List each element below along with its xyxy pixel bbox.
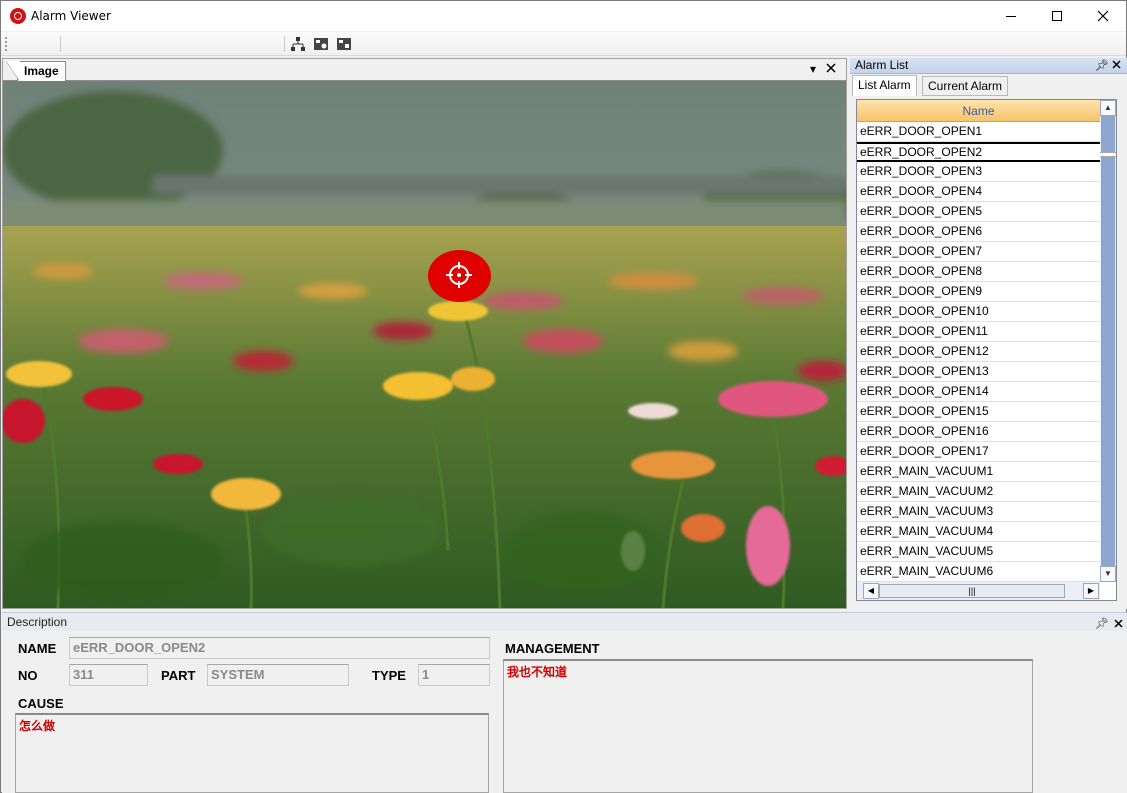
alarm-list-item[interactable]: eERR_DOOR_OPEN2 xyxy=(857,142,1100,162)
toolbar-grip[interactable] xyxy=(5,37,7,51)
scroll-position-marker xyxy=(1100,152,1116,157)
maximize-button[interactable] xyxy=(1034,1,1080,31)
part-field[interactable]: SYSTEM xyxy=(207,664,349,686)
scroll-left-icon[interactable]: ◀ xyxy=(863,583,879,599)
alarm-list-item[interactable]: eERR_DOOR_OPEN14 xyxy=(857,382,1100,402)
cause-label: CAUSE xyxy=(18,696,64,711)
cause-textarea[interactable]: 怎么做 xyxy=(15,713,489,793)
vertical-scrollbar[interactable]: ▲ ▼ xyxy=(1100,100,1116,582)
alarm-list-item[interactable]: eERR_DOOR_OPEN8 xyxy=(857,262,1100,282)
toolbar-separator xyxy=(60,36,61,52)
no-field[interactable]: 311 xyxy=(69,664,148,686)
tab-dropdown-icon[interactable]: ▾ xyxy=(810,62,816,76)
alarm-list-item[interactable]: eERR_DOOR_OPEN9 xyxy=(857,282,1100,302)
device-config-icon[interactable] xyxy=(336,36,352,52)
alarm-list-box: Name eERR_DOOR_OPEN1 eERR_DOOR_OPEN2 eERR_… xyxy=(856,99,1117,601)
device-settings-icon[interactable] xyxy=(313,36,329,52)
alarm-list-item[interactable]: eERR_DOOR_OPEN16 xyxy=(857,422,1100,442)
alarm-list-item[interactable]: eERR_DOOR_OPEN15 xyxy=(857,402,1100,422)
alarm-list-item[interactable]: eERR_MAIN_VACUUM3 xyxy=(857,502,1100,522)
horizontal-scroll-thumb[interactable]: ||| xyxy=(879,584,1065,598)
window-title: Alarm Viewer xyxy=(31,9,111,23)
title-bar: Alarm Viewer xyxy=(1,1,1126,31)
scroll-thumb[interactable] xyxy=(1101,116,1115,566)
column-header-name[interactable]: Name xyxy=(857,100,1100,122)
name-label: NAME xyxy=(18,641,57,656)
management-textarea[interactable]: 我也不知道 xyxy=(503,659,1033,793)
no-label: NO xyxy=(18,668,38,683)
network-tree-icon[interactable] xyxy=(290,36,306,52)
alarm-list-item[interactable]: eERR_DOOR_OPEN7 xyxy=(857,242,1100,262)
alarm-list-item[interactable]: eERR_DOOR_OPEN17 xyxy=(857,442,1100,462)
alarm-list-item[interactable]: eERR_DOOR_OPEN3 xyxy=(857,162,1100,182)
alarm-list-item[interactable]: eERR_MAIN_VACUUM1 xyxy=(857,462,1100,482)
tab-list-alarm[interactable]: List Alarm xyxy=(852,75,917,96)
maximize-icon xyxy=(1052,11,1062,21)
alarm-list-item[interactable]: eERR_DOOR_OPEN10 xyxy=(857,302,1100,322)
pin-icon[interactable]: 📌︎ xyxy=(1095,59,1109,74)
horizontal-scrollbar[interactable]: ◀ ||| ▶ xyxy=(857,582,1100,600)
alarm-list-tabs: List Alarm Current Alarm xyxy=(850,75,1127,96)
alarm-list-item[interactable]: eERR_DOOR_OPEN4 xyxy=(857,182,1100,202)
description-title: Description xyxy=(7,615,68,629)
flower-field-image[interactable] xyxy=(3,81,846,608)
management-label: MANAGEMENT xyxy=(505,641,600,656)
tab-image[interactable]: Image xyxy=(6,61,66,82)
alarm-list-title-bar: Alarm List 📌︎ xyxy=(850,58,1127,74)
alarm-list-item[interactable]: eERR_DOOR_OPEN1 xyxy=(857,122,1100,142)
alarm-list-item[interactable]: eERR_DOOR_OPEN13 xyxy=(857,362,1100,382)
toolbar xyxy=(1,32,1126,56)
alarm-viewer-window: Alarm Viewer Image ▾ Alarm List 📌︎ List … xyxy=(0,0,1127,793)
image-tab-strip: Image ▾ xyxy=(3,59,846,82)
close-tab-icon[interactable] xyxy=(826,62,836,76)
pin-icon[interactable]: 📌︎ xyxy=(1095,615,1109,634)
toolbar-separator xyxy=(284,36,285,52)
image-panel: Image ▾ xyxy=(2,58,847,609)
alarm-rows: eERR_DOOR_OPEN1 eERR_DOOR_OPEN2 eERR_DOOR_… xyxy=(857,122,1100,582)
type-label: TYPE xyxy=(372,668,406,683)
close-panel-icon[interactable] xyxy=(1112,59,1121,74)
close-icon xyxy=(1097,10,1109,22)
alarm-list-item[interactable]: eERR_MAIN_VACUUM6 xyxy=(857,562,1100,582)
close-button[interactable] xyxy=(1080,1,1126,31)
scroll-up-icon[interactable]: ▲ xyxy=(1100,100,1116,116)
close-panel-icon[interactable] xyxy=(1114,616,1123,635)
alarm-list-item[interactable]: eERR_MAIN_VACUUM4 xyxy=(857,522,1100,542)
type-field[interactable]: 1 xyxy=(418,664,490,686)
scroll-right-icon[interactable]: ▶ xyxy=(1083,583,1099,599)
alarm-list-item[interactable]: eERR_DOOR_OPEN12 xyxy=(857,342,1100,362)
description-title-bar: Description 📌︎ xyxy=(2,612,1127,631)
app-icon xyxy=(10,8,26,24)
description-panel: Description 📌︎ NAME eERR_DOOR_OPEN2 NO 3… xyxy=(2,612,1127,793)
tab-current-alarm[interactable]: Current Alarm xyxy=(922,76,1009,96)
alarm-list-title: Alarm List xyxy=(855,58,909,72)
scroll-down-icon[interactable]: ▼ xyxy=(1100,566,1116,582)
alarm-list-item[interactable]: eERR_MAIN_VACUUM5 xyxy=(857,542,1100,562)
minimize-button[interactable] xyxy=(988,1,1034,31)
minimize-icon xyxy=(1006,15,1016,17)
crosshair-icon xyxy=(446,262,472,288)
name-field[interactable]: eERR_DOOR_OPEN2 xyxy=(69,637,490,659)
part-label: PART xyxy=(161,668,196,683)
alarm-list-item[interactable]: eERR_DOOR_OPEN5 xyxy=(857,202,1100,222)
alarm-list-panel: Alarm List 📌︎ List Alarm Current Alarm N… xyxy=(850,58,1127,609)
alarm-list-item[interactable]: eERR_DOOR_OPEN11 xyxy=(857,322,1100,342)
alarm-location-marker[interactable] xyxy=(428,250,491,302)
alarm-list-item[interactable]: eERR_MAIN_VACUUM2 xyxy=(857,482,1100,502)
alarm-list-item[interactable]: eERR_DOOR_OPEN6 xyxy=(857,222,1100,242)
